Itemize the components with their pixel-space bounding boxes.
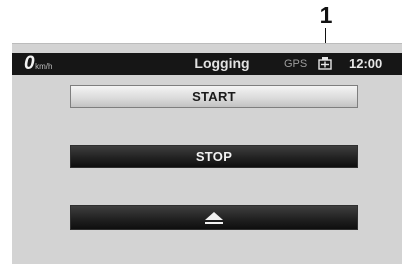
callout-number: 1 [319, 2, 333, 28]
status-bar: 0 km/h Logging GPS 12:00 [12, 53, 402, 75]
eject-icon-bar [205, 221, 223, 224]
start-button[interactable]: START [70, 85, 358, 108]
speed-unit: km/h [35, 62, 53, 71]
eject-icon [205, 211, 223, 220]
stop-button[interactable]: STOP [70, 145, 358, 168]
eject-button[interactable] [70, 205, 358, 230]
gps-label: GPS [284, 58, 308, 70]
speed-value: 0 [24, 53, 35, 74]
speed-readout: 0 km/h [24, 53, 52, 75]
gps-signal-icon [318, 57, 332, 70]
clock: 12:00 [349, 56, 383, 71]
screen-title: Logging [194, 55, 250, 71]
